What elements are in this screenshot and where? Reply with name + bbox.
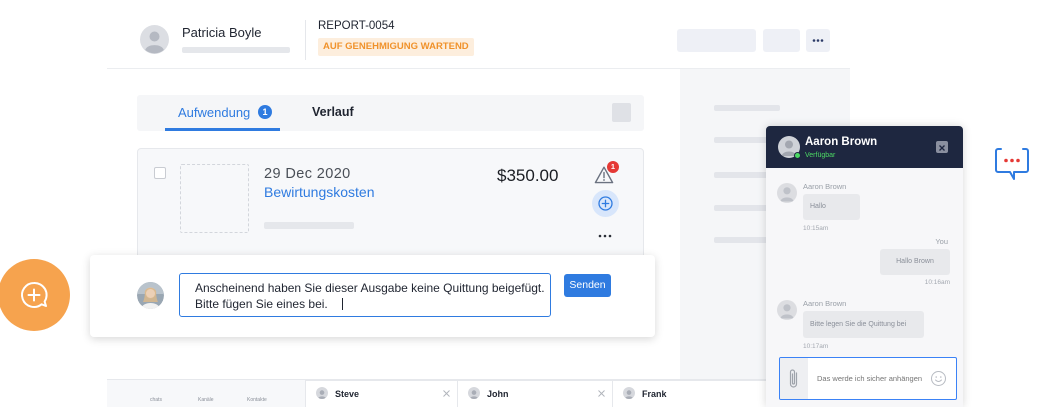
chat-tab-avatar [623, 387, 635, 399]
expense-category[interactable]: Bewirtungskosten [264, 184, 375, 200]
user-avatar [140, 25, 169, 54]
detail-placeholder-line [714, 105, 780, 111]
active-tab-indicator [165, 128, 280, 131]
warning-count-badge: 1 [607, 161, 619, 173]
header-action-button-primary[interactable] [677, 29, 756, 52]
online-status-dot [794, 152, 801, 159]
report-id: REPORT-0054 [318, 20, 395, 32]
bottom-nav-kanaele[interactable]: Kanäle [198, 397, 214, 403]
expense-amount: $350.00 [497, 166, 559, 185]
tab-bar-action-button[interactable] [612, 103, 631, 122]
chat-composer [779, 357, 957, 400]
chat-contact-name: Aaron Brown [805, 136, 878, 148]
message-sender: You [935, 237, 948, 246]
close-icon [939, 145, 945, 151]
message-sender: Aaron Brown [803, 299, 847, 308]
smiley-icon [931, 371, 946, 386]
attach-button[interactable] [780, 358, 808, 399]
more-options-button[interactable] [806, 29, 830, 52]
header-action-button-secondary[interactable] [763, 29, 800, 52]
add-circle-icon [598, 196, 613, 211]
text-cursor [341, 298, 343, 310]
chat-tab-steve[interactable]: Steve [305, 380, 457, 407]
add-comment-button[interactable] [592, 190, 619, 217]
header-divider [305, 20, 306, 60]
chat-tab-name: John [487, 389, 509, 399]
chat-tab-name: Steve [335, 389, 360, 399]
user-name: Patricia Boyle [182, 25, 262, 40]
expense-more-button[interactable] [594, 229, 616, 243]
chat-close-button[interactable] [936, 141, 948, 153]
expense-date: 29 Dec 2020 [264, 166, 351, 182]
message-sender: Aaron Brown [803, 182, 847, 191]
chat-tab-name: Frank [642, 389, 667, 399]
more-dots-icon [598, 234, 612, 238]
new-conversation-fab[interactable] [0, 259, 70, 331]
expense-description-placeholder [264, 222, 354, 229]
user-subtitle-placeholder [182, 47, 290, 53]
message-bubble: Hallo [803, 194, 860, 220]
missing-receipt-warning[interactable]: 1 [593, 161, 619, 186]
chat-plus-icon [21, 281, 48, 308]
message-time: 10:16am [924, 279, 950, 286]
message-avatar [777, 183, 797, 203]
tab-verlauf-label: Verlauf [312, 105, 354, 119]
expense-report-screen: Patricia Boyle REPORT-0054 AUF GENEHMIGU… [0, 0, 1046, 407]
expense-select-checkbox[interactable] [154, 167, 166, 179]
commenter-avatar [137, 282, 164, 309]
close-icon[interactable] [597, 389, 606, 398]
expense-card[interactable]: 29 Dec 2020 Bewirtungskosten $350.00 1 [137, 148, 644, 260]
chat-tab-frank[interactable]: Frank [612, 380, 767, 407]
emoji-button[interactable] [930, 370, 947, 387]
more-dots-icon [812, 39, 824, 42]
message-bubble: Bitte legen Sie die Quittung bei [803, 311, 924, 338]
chat-window: Aaron Brown Verfügbar Aaron Brown Hallo … [766, 126, 963, 407]
bottom-nav-chats[interactable]: chats [150, 397, 162, 403]
comment-text-line-2: Bitte fügen Sie eines bei. [195, 296, 550, 312]
message-avatar [777, 300, 797, 320]
chat-contact-status: Verfügbar [805, 152, 836, 159]
tab-aufwendung[interactable]: Aufwendung 1 [165, 95, 280, 131]
chat-tab-avatar [468, 387, 480, 399]
chat-tab-john[interactable]: John [457, 380, 612, 407]
paperclip-icon [789, 369, 798, 388]
chat-message-input[interactable] [812, 368, 932, 388]
message-time: 10:17am [803, 343, 829, 350]
receipt-placeholder[interactable] [180, 164, 249, 233]
chat-header: Aaron Brown Verfügbar [766, 126, 963, 168]
tab-aufwendung-label: Aufwendung [178, 105, 251, 120]
tab-verlauf[interactable]: Verlauf [305, 95, 365, 131]
status-badge: AUF GENEHMIGUNG WARTEND [318, 38, 474, 56]
message-bubble: Hallo Brown [880, 249, 950, 275]
comment-input[interactable]: Anscheinend haben Sie dieser Ausgabe kei… [179, 273, 551, 317]
comment-text-line-2-content: Bitte fügen Sie eines bei. [195, 297, 328, 311]
comment-popup: Anscheinend haben Sie dieser Ausgabe kei… [90, 255, 655, 337]
message-time: 10:15am [803, 225, 829, 232]
bottom-nav-kontakte[interactable]: Kontakte [247, 397, 267, 403]
close-icon[interactable] [442, 389, 451, 398]
chat-launcher-button[interactable] [993, 146, 1031, 182]
comment-text-line-1: Anscheinend haben Sie dieser Ausgabe kei… [195, 281, 545, 295]
chat-tab-avatar [316, 387, 328, 399]
tab-bar: Aufwendung 1 Verlauf [137, 95, 644, 131]
tab-count-badge: 1 [258, 105, 272, 119]
chat-bubble-icon [995, 148, 1029, 180]
send-button[interactable]: Senden [564, 274, 611, 297]
